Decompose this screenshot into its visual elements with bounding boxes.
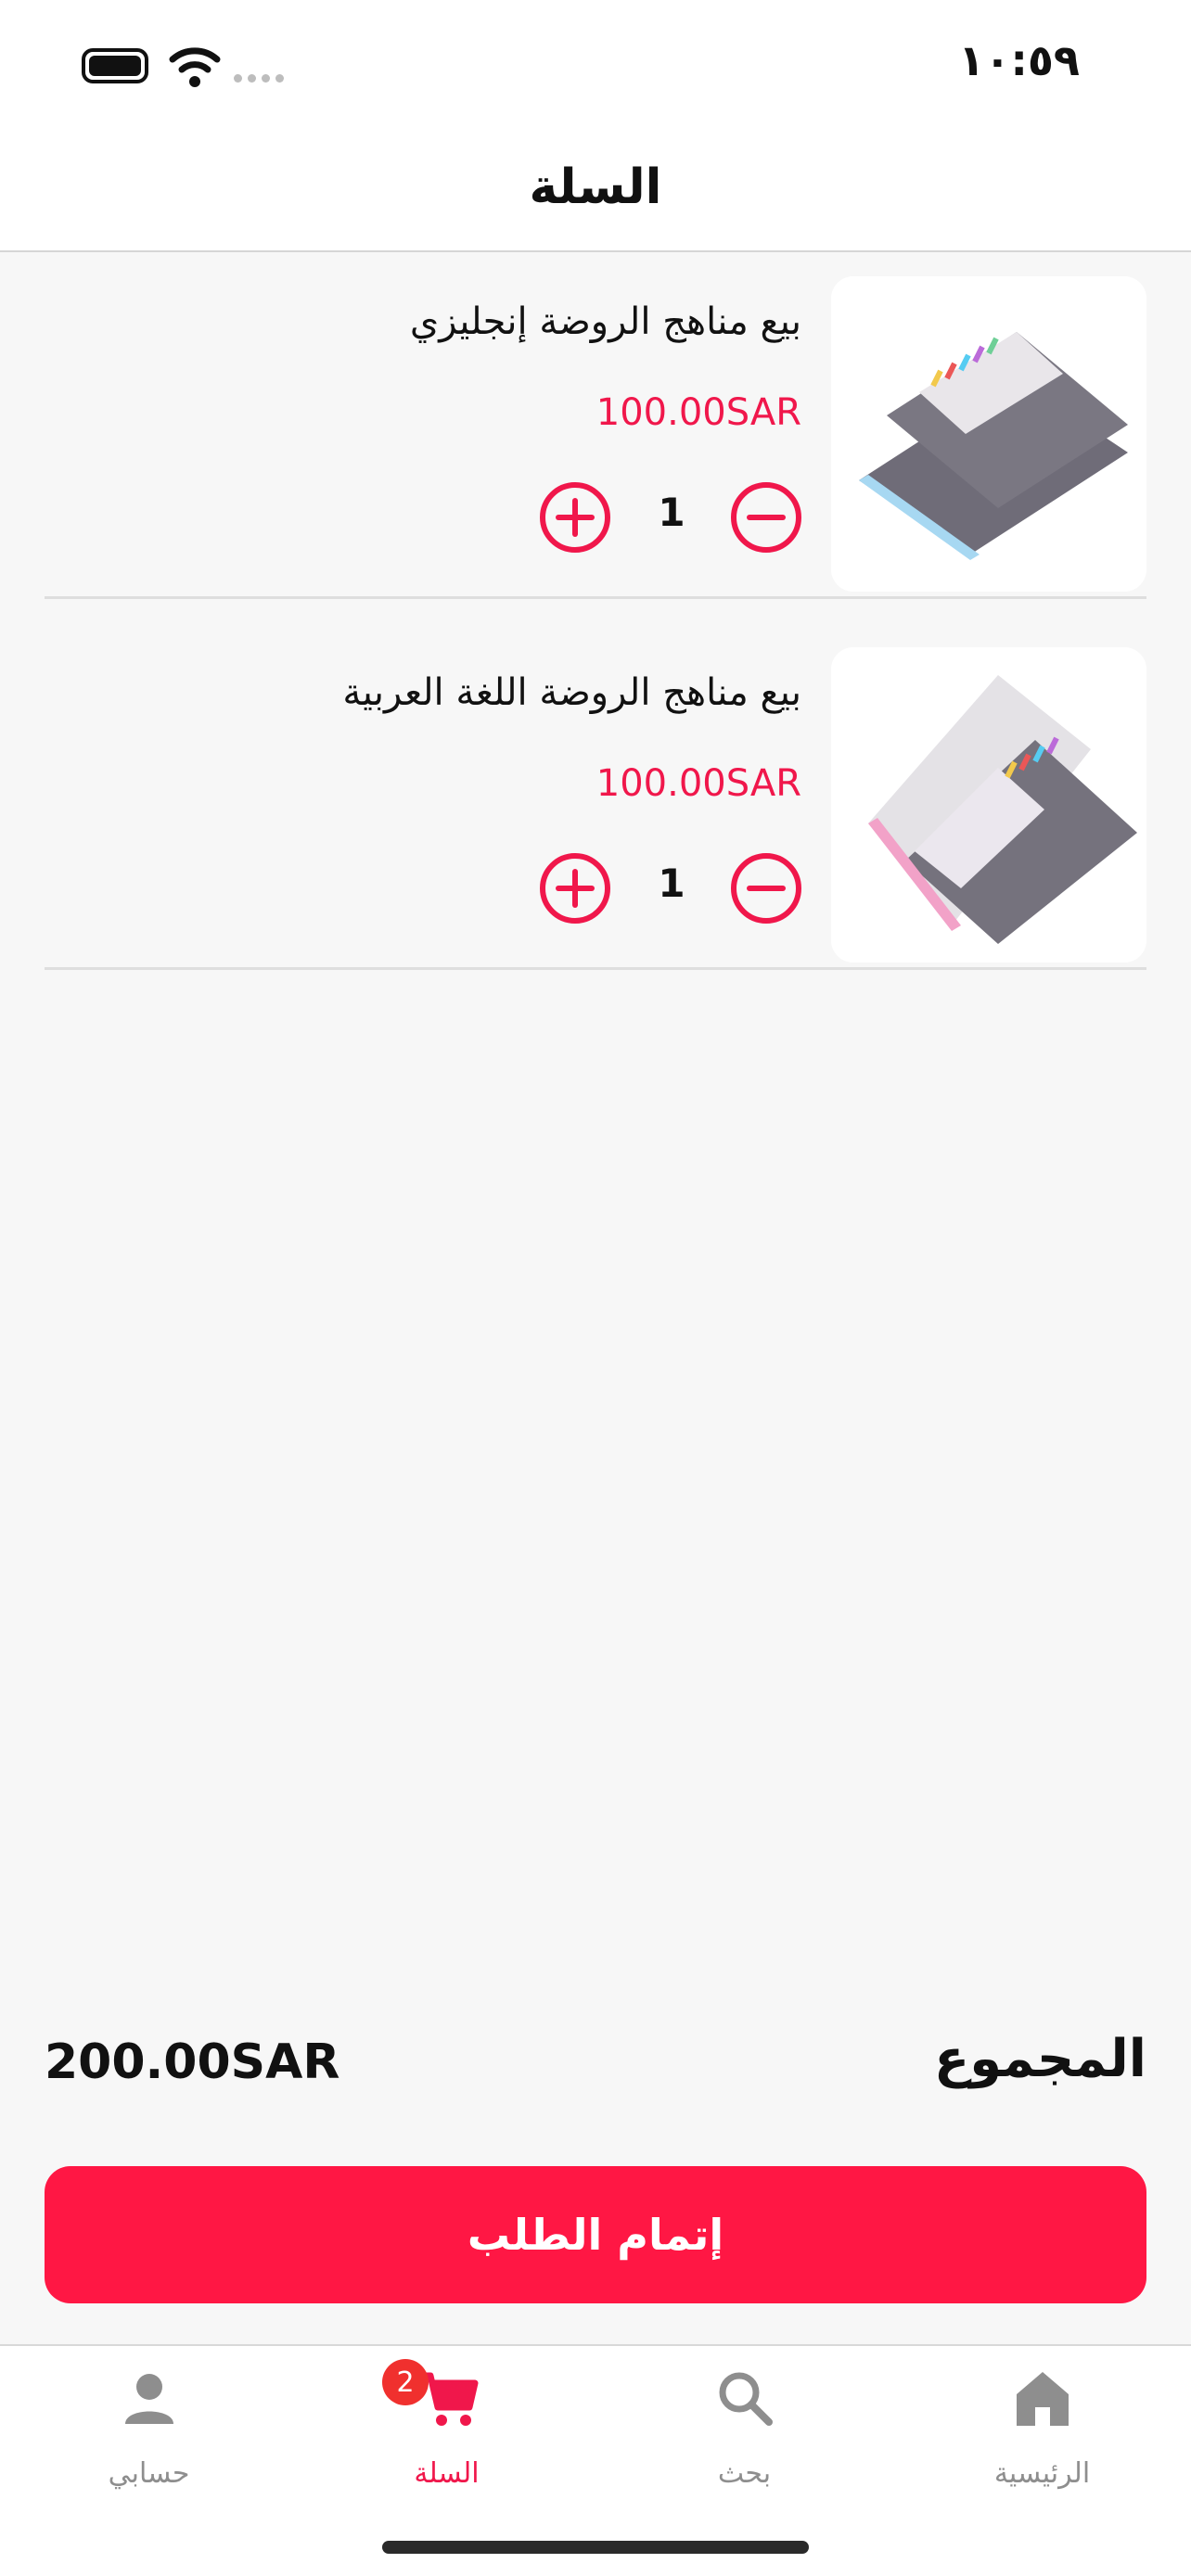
increase-quantity-button[interactable]	[538, 851, 612, 925]
total-value: 200.00SAR	[45, 2034, 340, 2090]
checkout-label: إتمام الطلب	[467, 2210, 724, 2260]
item-price: 100.00SAR	[596, 762, 801, 805]
english-book-image[interactable]	[831, 276, 1146, 592]
tab-label: الرئيسية	[993, 2457, 1091, 2490]
home-indicator	[382, 2541, 809, 2554]
tab-label: حسابي	[108, 2457, 190, 2490]
status-time: ١٠:٥٩	[958, 35, 1080, 85]
item-title: بيع مناهج الروضة اللغة العربية	[342, 671, 801, 714]
quantity-value: 1	[658, 861, 685, 906]
increase-quantity-button[interactable]	[538, 480, 612, 555]
page-title: السلة	[529, 159, 662, 215]
item-title: بيع مناهج الروضة إنجليزي	[409, 300, 801, 343]
tab-label: السلة	[414, 2457, 480, 2490]
cart-badge: 2	[382, 2359, 429, 2405]
tab-account[interactable]: حسابي	[0, 2346, 298, 2504]
tab-home[interactable]: الرئيسية	[893, 2346, 1191, 2504]
item-price: 100.00SAR	[596, 391, 801, 434]
search-icon	[719, 2372, 773, 2426]
person-icon	[124, 2374, 173, 2424]
tab-cart[interactable]: السلة	[298, 2346, 596, 2504]
cart-item: بيع مناهج الروضة إنجليزي 100.00SAR 1	[45, 252, 1146, 599]
nav-bar: السلة	[0, 130, 1191, 252]
tab-label: بحث	[717, 2457, 772, 2490]
tab-search[interactable]: بحث	[596, 2346, 893, 2504]
checkout-button[interactable]: إتمام الطلب	[45, 2166, 1146, 2303]
total-label: المجموع	[933, 2029, 1146, 2089]
status-bar: ١٠:٥٩	[0, 0, 1191, 130]
battery-icon	[82, 48, 148, 83]
decrease-quantity-button[interactable]	[729, 480, 803, 555]
quantity-value: 1	[658, 490, 685, 535]
wifi-icon	[169, 47, 221, 87]
arabic-book-image[interactable]	[831, 647, 1146, 963]
decrease-quantity-button[interactable]	[729, 851, 803, 925]
signal-icon	[234, 74, 284, 83]
home-icon	[1016, 2372, 1069, 2426]
cart-item: بيع مناهج الروضة اللغة العربية 100.00SAR…	[45, 623, 1146, 970]
